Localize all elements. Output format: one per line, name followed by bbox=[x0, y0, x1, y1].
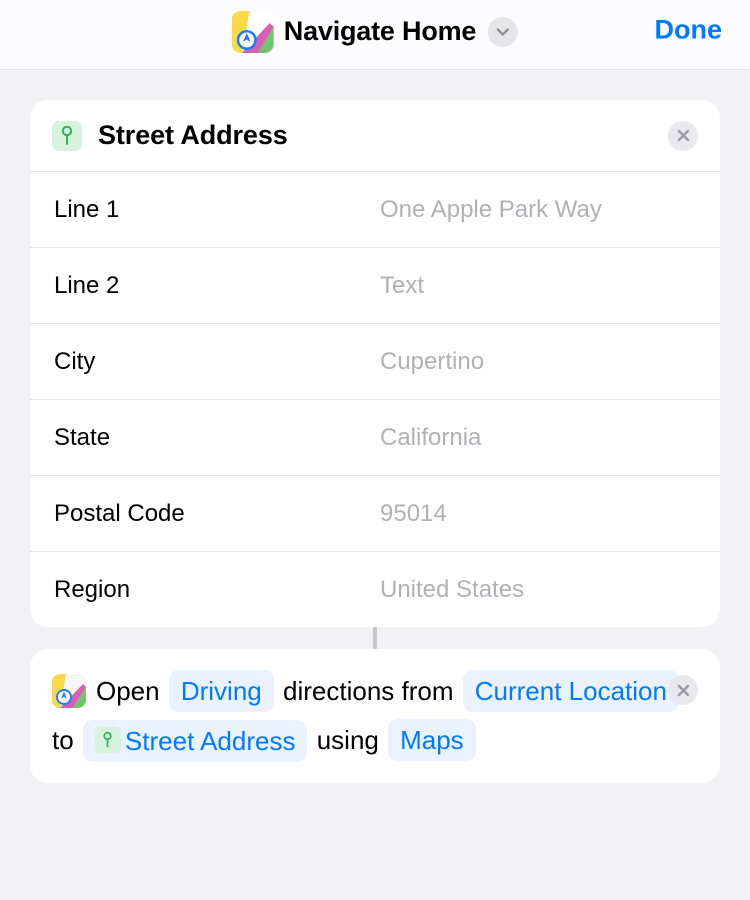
card-title: Street Address bbox=[98, 120, 288, 151]
action-connector bbox=[373, 627, 377, 649]
field-placeholder: One Apple Park Way bbox=[380, 196, 696, 224]
to-location-token[interactable]: Street Address bbox=[83, 720, 308, 762]
field-placeholder: United States bbox=[380, 576, 696, 604]
open-directions-action[interactable]: Open Driving directions from Current Loc… bbox=[30, 649, 720, 783]
app-token[interactable]: Maps bbox=[388, 719, 476, 761]
maps-app-icon bbox=[52, 674, 86, 708]
field-placeholder: Cupertino bbox=[380, 348, 696, 376]
field-label: State bbox=[54, 424, 380, 452]
from-location-token[interactable]: Current Location bbox=[463, 670, 679, 712]
field-label: City bbox=[54, 348, 380, 376]
action-prefix: Open bbox=[96, 676, 160, 706]
field-row-line1[interactable]: Line 1 One Apple Park Way bbox=[30, 171, 720, 247]
card-header[interactable]: Street Address bbox=[30, 100, 720, 171]
close-icon[interactable] bbox=[668, 675, 698, 705]
field-row-city[interactable]: City Cupertino bbox=[30, 323, 720, 399]
header-title: Navigate Home bbox=[284, 16, 476, 47]
action-text-segment: using bbox=[317, 725, 379, 755]
chevron-down-icon[interactable] bbox=[488, 17, 518, 47]
field-row-line2[interactable]: Line 2 Text bbox=[30, 247, 720, 323]
field-row-state[interactable]: State California bbox=[30, 399, 720, 475]
maps-app-icon bbox=[232, 11, 274, 53]
field-placeholder: California bbox=[380, 424, 696, 452]
field-placeholder: 95014 bbox=[380, 500, 696, 528]
field-label: Line 1 bbox=[54, 196, 380, 224]
transport-mode-token[interactable]: Driving bbox=[169, 670, 274, 712]
pin-icon bbox=[95, 727, 121, 753]
close-icon[interactable] bbox=[668, 121, 698, 151]
field-label: Postal Code bbox=[54, 500, 380, 528]
pin-icon bbox=[52, 121, 82, 151]
field-placeholder: Text bbox=[380, 272, 696, 300]
header-title-group[interactable]: Navigate Home bbox=[232, 11, 518, 53]
field-row-postal[interactable]: Postal Code 95014 bbox=[30, 475, 720, 551]
field-row-region[interactable]: Region United States bbox=[30, 551, 720, 627]
action-text: Open Driving directions from Current Loc… bbox=[52, 667, 698, 765]
street-address-card: Street Address Line 1 One Apple Park Way… bbox=[30, 100, 720, 627]
content-area: Street Address Line 1 One Apple Park Way… bbox=[0, 70, 750, 783]
field-label: Line 2 bbox=[54, 272, 380, 300]
header-bar: Navigate Home Done bbox=[0, 0, 750, 70]
field-label: Region bbox=[54, 576, 380, 604]
done-button[interactable]: Done bbox=[655, 15, 723, 46]
action-text-segment: to bbox=[52, 725, 74, 755]
action-text-segment: directions from bbox=[283, 676, 454, 706]
